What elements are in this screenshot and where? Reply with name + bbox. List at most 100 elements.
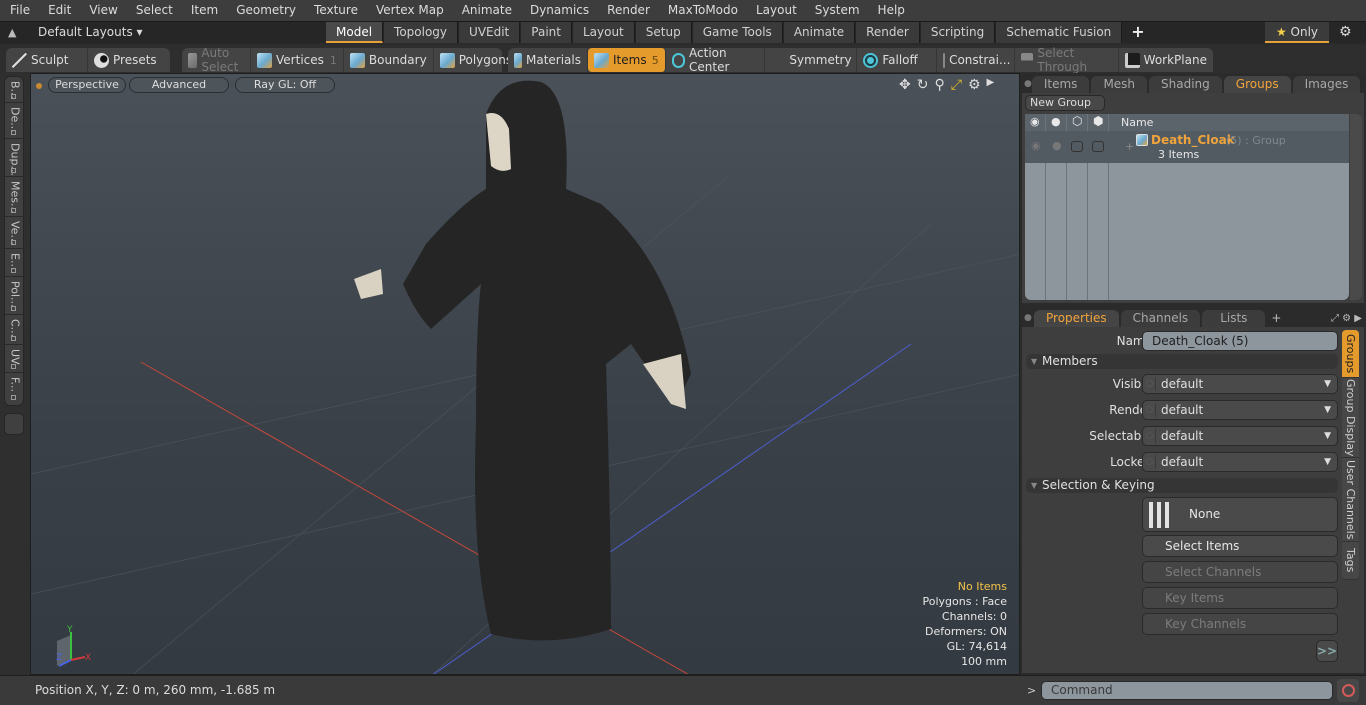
side-tab-tags[interactable]: Tags [1342,542,1359,580]
layouts-dropdown[interactable]: Default Layouts ▾ [38,25,143,39]
left-tab-curve[interactable]: C... [5,315,25,345]
row-camera-icon[interactable]: ● [1052,139,1062,152]
perspective-button[interactable]: Perspective [48,77,126,93]
group-row[interactable]: ◉ ● + Death_Cloak (5) : Group 3 Items [1025,131,1349,163]
pan-move-icon[interactable]: ✥ [899,77,911,93]
viewport-gear-icon[interactable]: ⚙ [968,77,981,93]
render-camera-icon[interactable]: ● [1051,115,1061,128]
selectable-dropdown[interactable]: default ▼ [1142,426,1338,446]
command-input[interactable]: Command [1041,681,1333,700]
side-tab-user-channels[interactable]: User Channels [1342,458,1359,542]
tab-layout[interactable]: Layout [572,22,635,43]
symmetry-button[interactable]: Symmetry [765,48,858,72]
menu-maxtomodo[interactable]: MaxToModo [658,0,746,21]
gear-icon[interactable]: ⚙ [1339,24,1352,40]
properties-panel-controls-icon[interactable]: ⤢ ⚙ ▶ [1331,310,1366,327]
tab-uvedit[interactable]: UVEdit [459,22,521,43]
select-channels-button[interactable]: Select Channels [1142,561,1338,583]
tab-schematic-fusion[interactable]: Schematic Fusion [996,22,1123,43]
tab-game-tools[interactable]: Game Tools [692,22,783,43]
tab-images[interactable]: Images [1292,76,1361,93]
visibility-eye-icon[interactable]: ◉ [1030,115,1040,128]
tab-render[interactable]: Render [856,22,920,43]
menu-system[interactable]: System [805,0,868,21]
select-items-button[interactable]: Select Items [1142,535,1338,557]
tab-items[interactable]: Items [1031,76,1090,93]
members-section-header[interactable]: ▼ Members [1026,354,1338,369]
zoom-magnifier-icon[interactable]: ⚲ [934,77,944,93]
name-input[interactable]: Death_Cloak (5) [1142,331,1338,351]
sculpt-button[interactable]: Sculpt [6,48,88,72]
tab-shading[interactable]: Shading [1149,76,1222,93]
side-tab-group-display[interactable]: Group Display [1342,378,1359,458]
selection-keying-section-header[interactable]: ▼ Selection & Keying [1026,478,1338,493]
vertices-button[interactable]: Vertices 1 [251,48,344,72]
falloff-button[interactable]: Falloff [857,48,938,72]
left-tab-polygon[interactable]: Pol... [5,277,25,315]
3d-viewport[interactable]: Y X Z Perspective Advanced Ray GL: Off ✥… [30,73,1020,675]
menu-help[interactable]: Help [868,0,913,21]
menu-edit[interactable]: Edit [38,0,79,21]
left-tab-uv[interactable]: UV [5,345,25,373]
more-button[interactable]: >> [1316,640,1338,662]
items-button[interactable]: Items 5 [588,48,666,72]
locked-dropdown[interactable]: default ▼ [1142,452,1338,472]
menu-item[interactable]: Item [181,0,226,21]
materials-button[interactable]: Materials [508,48,588,72]
menu-texture[interactable]: Texture [304,0,366,21]
menu-layout[interactable]: Layout [746,0,805,21]
none-hierarchy-button[interactable]: None [1142,497,1338,532]
side-tab-groups[interactable]: Groups [1342,330,1359,378]
key-items-button[interactable]: Key Items [1142,587,1338,609]
row-selectable-box[interactable] [1071,141,1083,152]
tab-animate[interactable]: Animate [783,22,856,43]
properties-menu-dot[interactable]: ● [1020,310,1034,327]
constraints-button[interactable]: Constrai... [937,48,1016,72]
menu-geometry[interactable]: Geometry [226,0,304,21]
workplane-button[interactable]: WorkPlane [1119,48,1213,72]
left-tab-deform[interactable]: De... [5,103,25,139]
row-eye-icon[interactable]: ◉ [1031,139,1041,152]
left-tab-vertex[interactable]: Ve... [5,217,25,249]
add-layout-tab-button[interactable]: + [1123,22,1152,43]
maximize-icon[interactable]: ⤢ [951,77,962,93]
menu-dynamics[interactable]: Dynamics [520,0,597,21]
tab-channels[interactable]: Channels [1120,310,1201,327]
key-channels-button[interactable]: Key Channels [1142,613,1338,635]
raygl-button[interactable]: Ray GL: Off [235,77,335,93]
menu-file[interactable]: File [0,0,38,21]
shading-advanced-button[interactable]: Advanced [129,77,229,93]
viewport-arrow-right-icon[interactable]: ▶ [987,77,995,93]
presets-button[interactable]: Presets [88,48,163,72]
panel-menu-dot[interactable]: ● [1020,76,1032,93]
lock-cube-icon[interactable]: ⬢ [1093,114,1103,128]
render-dropdown[interactable]: default ▼ [1142,400,1338,420]
groups-scrollbar[interactable] [1350,114,1362,300]
menu-select[interactable]: Select [126,0,181,21]
menu-render[interactable]: Render [597,0,658,21]
tab-properties[interactable]: Properties [1034,310,1119,327]
rotate-icon[interactable]: ↻ [917,77,929,93]
tab-model[interactable]: Model [326,22,384,43]
tab-setup[interactable]: Setup [635,22,692,43]
left-tab-basic[interactable]: B... [5,77,25,103]
menu-view[interactable]: View [79,0,125,21]
action-center-button[interactable]: Action Center [666,46,766,74]
viewport-menu-dot[interactable] [36,83,42,89]
tab-lists[interactable]: Lists [1202,310,1266,327]
boundary-button[interactable]: Boundary [344,48,434,72]
select-through-button[interactable]: Select Through [1015,46,1119,74]
left-tab-duplicate[interactable]: Dup... [5,139,25,177]
left-tab-mesh-edit[interactable]: Mes... [5,177,25,217]
selectable-cube-icon[interactable]: ⬡ [1072,114,1082,128]
tab-groups[interactable]: Groups [1223,76,1291,93]
add-panel-tab-button[interactable]: + [1362,76,1366,93]
tab-scripting[interactable]: Scripting [920,22,996,43]
row-lock-box[interactable] [1092,141,1104,152]
auto-select-button[interactable]: Auto Select [182,46,252,74]
only-toggle[interactable]: ★ Only [1265,22,1329,43]
add-properties-tab-button[interactable]: + [1267,310,1285,327]
tab-paint[interactable]: Paint [521,22,572,43]
menu-vertex-map[interactable]: Vertex Map [366,0,452,21]
tab-topology[interactable]: Topology [384,22,459,43]
